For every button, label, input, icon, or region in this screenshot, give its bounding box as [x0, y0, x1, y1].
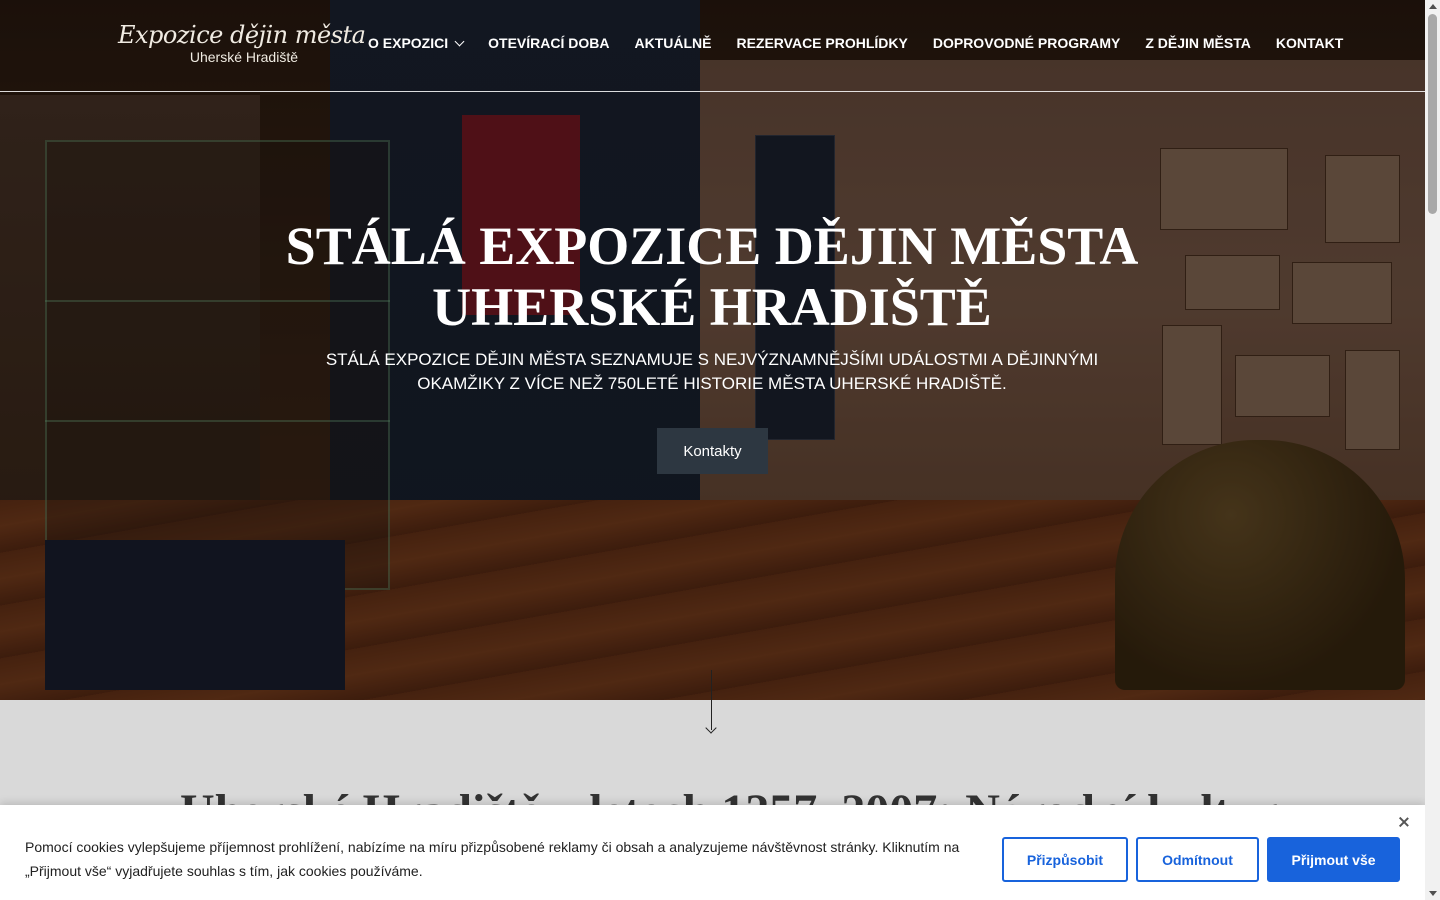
cookie-text: Pomocí cookies vylepšujeme příjemnost pr…: [25, 839, 960, 879]
logo-subtitle: Uherské Hradiště: [189, 49, 298, 65]
hero-title-line1: STÁLÁ EXPOZICE DĚJIN MĚSTA: [285, 216, 1139, 276]
scrollbar-thumb[interactable]: [1428, 14, 1437, 214]
chevron-down-icon: [454, 36, 465, 46]
nav-item-doprovodne-programy[interactable]: DOPROVODNÉ PROGRAMY: [933, 33, 1120, 53]
nav-item-rezervace[interactable]: REZERVACE PROHLÍDKY: [736, 33, 907, 53]
cookie-banner: Pomocí cookies vylepšujeme příjemnost pr…: [0, 805, 1425, 900]
hero-title: STÁLÁ EXPOZICE DĚJIN MĚSTA UHERSKÉ HRADI…: [262, 216, 1162, 338]
kontakty-button[interactable]: Kontakty: [657, 428, 768, 474]
scroll-down-icon[interactable]: [1429, 891, 1437, 896]
hero-section: Expozice dějin města Uherské Hradiště O …: [0, 0, 1425, 700]
nav-item-aktualne[interactable]: AKTUÁLNĚ: [634, 33, 711, 53]
nav-item-kontakt[interactable]: KONTAKT: [1276, 33, 1343, 53]
hero-subtitle: STÁLÁ EXPOZICE DĚJIN MĚSTA SEZNAMUJE S N…: [325, 350, 1099, 393]
site-header: Expozice dějin města Uherské Hradiště O …: [0, 0, 1425, 92]
main-nav: O EXPOZICI OTEVÍRACÍ DOBA AKTUÁLNĚ REZER…: [368, 33, 1343, 53]
nav-item-o-expozici[interactable]: O EXPOZICI: [368, 33, 465, 53]
accept-all-button[interactable]: Přijmout vše: [1267, 837, 1400, 882]
nav-item-label: O EXPOZICI: [368, 35, 449, 51]
logo-title: Expozice dějin města: [118, 21, 366, 49]
close-icon[interactable]: [1397, 815, 1411, 829]
hero-title-line2: UHERSKÉ HRADIŠTĚ: [432, 277, 992, 337]
customize-button[interactable]: Přizpůsobit: [1002, 837, 1128, 882]
scroll-up-icon[interactable]: [1429, 4, 1437, 9]
scroll-down-arrow-icon[interactable]: [705, 670, 717, 734]
nav-item-oteviraci-doba[interactable]: OTEVÍRACÍ DOBA: [488, 33, 609, 53]
page-scrollbar[interactable]: [1425, 0, 1440, 900]
nav-item-z-dejin-mesta[interactable]: Z DĚJIN MĚSTA: [1145, 33, 1251, 53]
reject-button[interactable]: Odmítnout: [1136, 837, 1259, 882]
site-logo[interactable]: Expozice dějin města Uherské Hradiště: [118, 21, 366, 72]
